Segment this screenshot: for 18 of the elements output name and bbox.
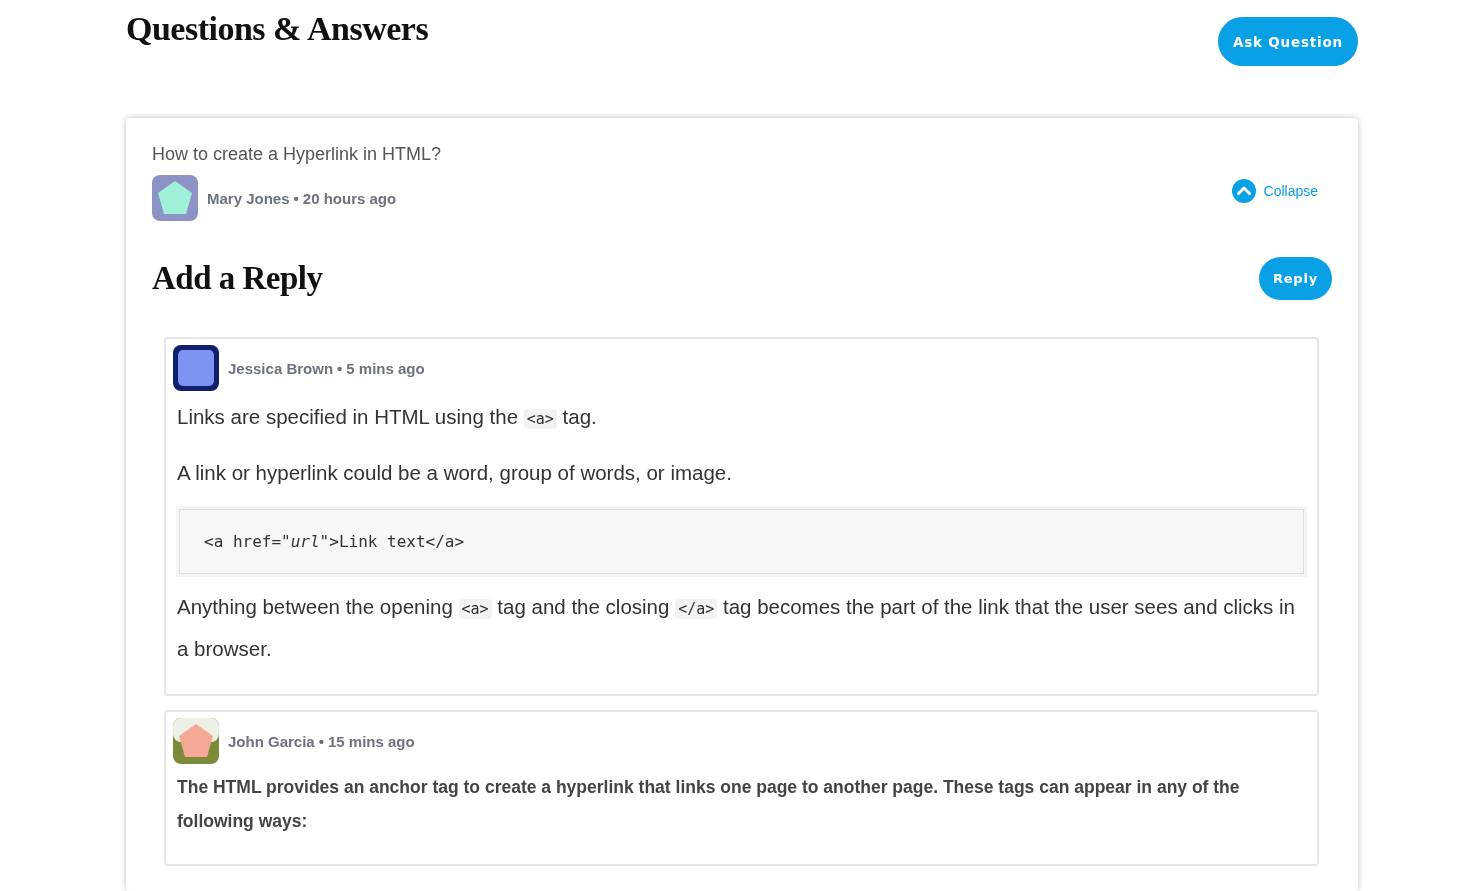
reply-text: Links are specified in HTML using the <a> tag. [177, 404, 598, 431]
question-title: How to create a Hyperlink in HTML? [152, 144, 442, 165]
page-title: Questions & Answers [126, 10, 429, 48]
ask-question-button[interactable]: Ask Question [1218, 17, 1358, 66]
reply-button[interactable]: Reply [1258, 257, 1332, 300]
avatar-icon [173, 718, 219, 764]
reply-text: A link or hyperlink could be a word, group of words, or image. [177, 460, 733, 486]
collapse-button[interactable]: Collapse [1231, 179, 1318, 203]
reply-text: Anything between the opening <a> tag and the closing </a> tag becomes the part of the link that the user sees and clicks in a browser. [177, 594, 1296, 662]
author-meta: Mary Jones • 20 hours ago [207, 189, 397, 207]
reply-heading: Add a Reply [152, 260, 323, 297]
avatar-icon [173, 345, 219, 391]
code-block: <a href="url">Link text</a> [179, 509, 1304, 574]
avatar-icon [152, 175, 198, 221]
author-meta: Jessica Brown • 5 mins ago [228, 359, 425, 377]
reply-text: The HTML provides an anchor tag to create a hyperlink that links one page to another page. These tags can appear in any of the following ways: [177, 776, 1241, 833]
author-meta: John Garcia • 15 mins ago [228, 732, 415, 750]
chevron-icon [1231, 179, 1256, 203]
